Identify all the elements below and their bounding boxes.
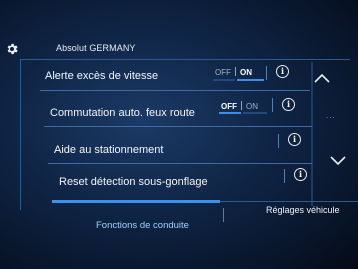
row-divider	[48, 163, 312, 164]
status-bar: Absolut GERMANY	[0, 36, 358, 60]
toggle-off-label: OFF	[215, 68, 231, 77]
info-divider	[278, 134, 279, 148]
scroll-track	[311, 62, 313, 206]
chevron-down-icon[interactable]	[330, 156, 346, 166]
info-icon[interactable]: i	[294, 168, 307, 181]
chevron-up-icon[interactable]	[314, 73, 330, 83]
toggle-off-label: OFF	[221, 102, 237, 111]
info-divider	[272, 98, 273, 112]
toggle-active-indicator	[237, 79, 264, 81]
status-title: Absolut GERMANY	[56, 43, 136, 53]
list-item[interactable]: Reset détection sous-gonflage	[56, 168, 306, 196]
info-icon[interactable]: i	[288, 133, 301, 146]
list-item-label: Reset détection sous-gonflage	[59, 176, 208, 188]
info-divider	[266, 66, 267, 80]
tab-bar: Fonctions de conduite Réglages véhicule	[0, 196, 358, 269]
toggle-track	[243, 112, 267, 114]
info-icon[interactable]: i	[282, 98, 295, 111]
speed-alert-toggle[interactable]: OFF ON	[215, 67, 252, 77]
info-icon[interactable]: i	[276, 65, 289, 78]
list-item[interactable]: Commutation auto. feux route	[48, 99, 308, 127]
gear-icon[interactable]	[5, 42, 19, 56]
tab-vehicle-settings[interactable]: Réglages véhicule	[266, 205, 340, 215]
active-tab-indicator	[52, 200, 220, 203]
toggle-active-indicator	[219, 112, 241, 114]
list-item[interactable]: Aide au stationnement	[52, 136, 302, 164]
toggle-on-label: ON	[246, 102, 258, 111]
list-item-label: Aide au stationnement	[54, 144, 164, 156]
info-divider	[284, 169, 285, 183]
tab-baseline	[220, 201, 358, 202]
tab-divider	[223, 208, 224, 222]
more-indicator: ...	[326, 111, 336, 120]
infotainment-screen: Absolut GERMANY Alerte excès de vitesse …	[0, 0, 358, 269]
list-item-label: Commutation auto. feux route	[50, 107, 195, 119]
toggle-on-label: ON	[240, 68, 252, 77]
list-item-label: Alerte excès de vitesse	[45, 70, 159, 82]
row-divider	[40, 90, 310, 91]
status-divider	[20, 59, 350, 60]
list-item[interactable]: Alerte excès de vitesse	[44, 62, 304, 90]
list-left-border	[20, 60, 21, 210]
row-divider	[44, 126, 312, 127]
toggle-track	[213, 79, 235, 81]
tab-driving-functions[interactable]: Fonctions de conduite	[96, 220, 189, 231]
high-beam-toggle[interactable]: OFF ON	[221, 101, 258, 111]
